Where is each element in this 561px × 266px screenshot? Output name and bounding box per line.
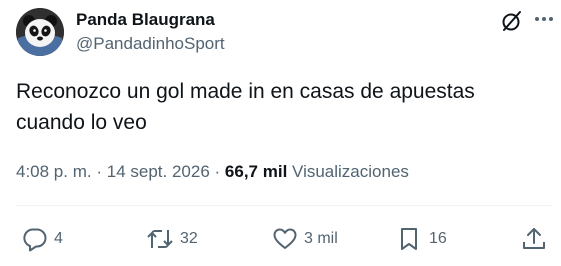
bookmark-button[interactable]: 16 <box>397 222 447 256</box>
share-icon <box>523 228 545 249</box>
meta-separator: · <box>214 162 221 181</box>
views-label: Visualizaciones <box>292 162 409 181</box>
reply-button[interactable]: 4 <box>22 222 63 256</box>
action-bar: 4 32 3 mil 16 <box>0 222 561 258</box>
display-name[interactable]: Panda Blaugrana <box>76 9 225 31</box>
repost-count: 32 <box>180 230 198 247</box>
tweet-meta: 4:08 p. m. · 14 sept. 2026 · 66,7 mil Vi… <box>16 160 546 184</box>
bookmark-count: 16 <box>429 230 447 247</box>
reply-count: 4 <box>54 230 63 247</box>
like-count: 3 mil <box>304 230 338 247</box>
repost-button[interactable]: 32 <box>146 222 198 256</box>
tweet-time[interactable]: 4:08 p. m. <box>16 162 92 181</box>
meta-separator: · <box>96 162 103 181</box>
tweet-date[interactable]: 14 sept. 2026 <box>107 162 210 181</box>
author-names: Panda Blaugrana @PandadinhoSport <box>76 8 225 55</box>
tweet-text: Reconozco un gol made in en casas de apu… <box>16 80 475 134</box>
grok-button[interactable] <box>499 8 525 34</box>
reply-icon <box>23 228 47 252</box>
avatar[interactable] <box>16 8 64 56</box>
share-button[interactable] <box>521 222 547 256</box>
grok-icon <box>502 11 521 31</box>
more-button[interactable] <box>531 8 557 34</box>
tweet-header: Panda Blaugrana @PandadinhoSport <box>16 8 553 56</box>
repost-icon <box>147 230 173 248</box>
views-count: 66,7 mil <box>224 162 288 181</box>
like-button[interactable]: 3 mil <box>272 222 338 256</box>
divider <box>16 205 553 206</box>
bookmark-icon <box>401 228 417 250</box>
more-icon <box>535 17 553 21</box>
panda-avatar-icon <box>16 8 64 56</box>
handle[interactable]: @PandadinhoSport <box>76 33 225 55</box>
heart-icon <box>273 228 297 249</box>
